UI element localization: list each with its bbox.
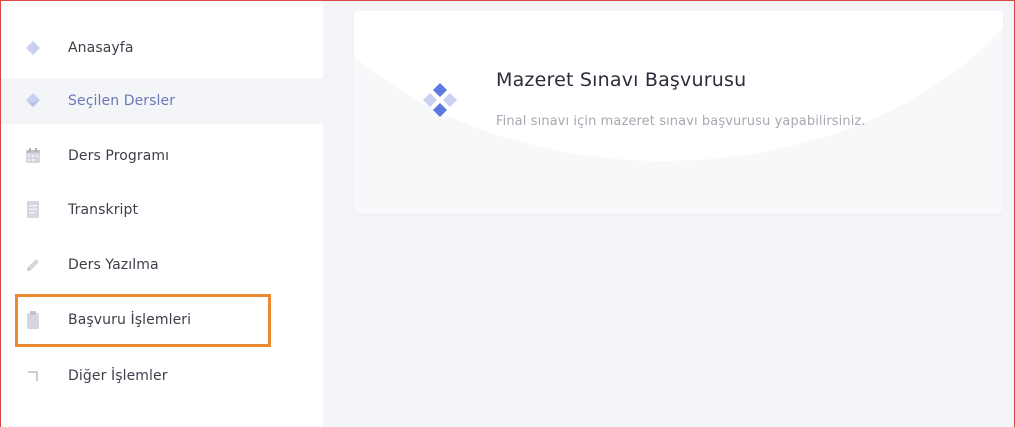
application-card[interactable]: Mazeret Sınavı Başvurusu Final sınavı iç… [354, 11, 1003, 214]
calendar-icon [23, 146, 43, 166]
sidebar-item-label: Ders Programı [68, 148, 170, 164]
clipboard-icon [23, 310, 43, 330]
card-description: Final sınavı için mazeret sınavı başvuru… [496, 114, 866, 129]
corner-arrow-icon [23, 366, 43, 386]
sidebar-item-label: Ders Yazılma [68, 257, 159, 273]
sidebar: Anasayfa Seçilen Dersler Ders Programı T… [1, 1, 323, 427]
sidebar-item-label: Transkript [68, 202, 139, 218]
sidebar-item-label: Diğer İşlemler [68, 368, 168, 384]
sidebar-item-diger-islemler[interactable]: Diğer İşlemler [1, 353, 323, 399]
sidebar-item-ders-programi[interactable]: Ders Programı [1, 133, 323, 179]
sidebar-item-anasayfa[interactable]: Anasayfa [1, 25, 323, 71]
sidebar-item-label: Seçilen Dersler [68, 93, 176, 109]
sidebar-item-transkript[interactable]: Transkript [1, 187, 323, 233]
diamond-cluster-icon [414, 73, 466, 125]
pencil-icon [23, 255, 43, 275]
sidebar-item-secilen-dersler[interactable]: Seçilen Dersler [1, 78, 323, 124]
document-icon [23, 200, 43, 220]
sidebar-item-label: Anasayfa [68, 40, 134, 56]
sidebar-item-basvuru-islemleri[interactable]: Başvuru İşlemleri [1, 297, 323, 343]
card-title: Mazeret Sınavı Başvurusu [496, 69, 747, 91]
sidebar-item-label: Başvuru İşlemleri [68, 312, 192, 328]
diamond-icon [23, 38, 43, 58]
main-content: Mazeret Sınavı Başvurusu Final sınavı iç… [323, 1, 1014, 427]
drop-icon [23, 91, 43, 111]
sidebar-item-ders-yazilma[interactable]: Ders Yazılma [1, 242, 323, 288]
